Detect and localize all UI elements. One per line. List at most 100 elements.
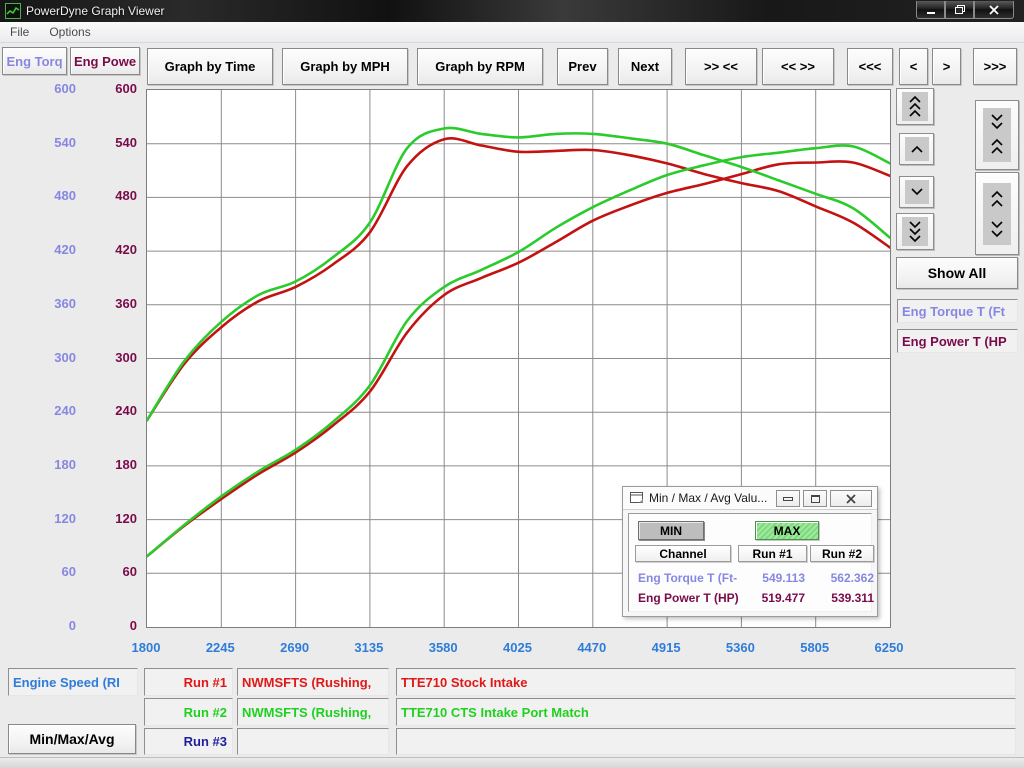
restore-icon[interactable] <box>945 1 974 19</box>
torque-ytick-600: 600 <box>30 81 76 97</box>
chevron-down-icon <box>905 180 929 204</box>
window-bottom-frame <box>0 757 1024 768</box>
torque-ytick-300: 300 <box>30 350 76 366</box>
power-ytick-300: 300 <box>93 350 137 366</box>
power-max-run1-value: 519.477 <box>739 591 805 605</box>
power-ytick-420: 420 <box>93 242 137 258</box>
power-ytick-540: 540 <box>93 135 137 151</box>
power-ytick-600: 600 <box>93 81 137 97</box>
xtick-5360: 5360 <box>710 640 770 656</box>
xtick-3580: 3580 <box>413 640 473 656</box>
torque-row-channel: Eng Torque T (Ft- <box>638 571 738 585</box>
scroll-right-button[interactable]: > <box>932 48 961 85</box>
scroll-far-right-button[interactable]: >>> <box>973 48 1017 85</box>
scroll-left-button[interactable]: < <box>899 48 928 85</box>
column-header-run1[interactable]: Run #1 <box>738 545 807 562</box>
run3-comment-field[interactable] <box>396 728 1016 755</box>
torque-ytick-120: 120 <box>30 511 76 527</box>
chevron-up-icon <box>905 137 929 161</box>
show-all-button[interactable]: Show All <box>896 257 1018 289</box>
torque-ytick-420: 420 <box>30 242 76 258</box>
run3-operator-field[interactable] <box>237 728 389 755</box>
zoom-in-x-button[interactable]: >> << <box>685 48 757 85</box>
torque-ytick-60: 60 <box>30 564 76 580</box>
torque-ytick-240: 240 <box>30 403 76 419</box>
torque-max-run2-value: 562.362 <box>810 571 874 585</box>
torque-ytick-480: 480 <box>30 188 76 204</box>
power-ytick-180: 180 <box>93 457 137 473</box>
min-tab-button[interactable]: MIN <box>638 521 704 540</box>
graph-by-time-button[interactable]: Graph by Time <box>147 48 273 85</box>
x-channel-box[interactable]: Engine Speed (RI <box>8 668 138 696</box>
power-ytick-360: 360 <box>93 296 137 312</box>
y-scroll-up-fast-button[interactable] <box>896 88 934 125</box>
power-ytick-120: 120 <box>93 511 137 527</box>
max-tab-button[interactable]: MAX <box>755 521 819 540</box>
titlebar: PowerDyne Graph Viewer <box>0 0 1024 22</box>
close-icon[interactable] <box>974 1 1014 19</box>
minimize-icon[interactable] <box>916 1 945 19</box>
y-zoom-in-button[interactable] <box>975 100 1019 170</box>
chevrons-collapse-icon <box>983 108 1011 162</box>
xtick-3135: 3135 <box>339 640 399 656</box>
window-controls <box>916 1 1014 19</box>
app-icon <box>5 3 21 19</box>
y-scroll-up-button[interactable] <box>899 133 934 165</box>
graph-by-rpm-button[interactable]: Graph by RPM <box>417 48 543 85</box>
minmaxavg-button[interactable]: Min/Max/Avg <box>8 724 136 754</box>
torque-max-run1-value: 549.113 <box>739 571 805 585</box>
minmax-close-icon[interactable] <box>830 490 872 507</box>
next-button[interactable]: Next <box>618 48 672 85</box>
run3-label: Run #3 <box>144 728 233 755</box>
y-scroll-down-button[interactable] <box>899 176 934 208</box>
torque-channel-box[interactable]: Eng Torque T (Ft <box>897 299 1018 323</box>
run2-comment-field[interactable]: TTE710 CTS Intake Port Match <box>396 698 1016 726</box>
graph-by-mph-button[interactable]: Graph by MPH <box>282 48 408 85</box>
run1-label: Run #1 <box>144 668 233 696</box>
window-title: PowerDyne Graph Viewer <box>26 4 165 18</box>
torque-ytick-180: 180 <box>30 457 76 473</box>
xtick-4915: 4915 <box>636 640 696 656</box>
minmax-titlebar[interactable]: Min / Max / Avg Valu... <box>623 487 877 510</box>
triple-chevron-up-icon <box>902 92 928 121</box>
y-zoom-out-button[interactable] <box>975 172 1019 255</box>
power-channel-box[interactable]: Eng Power T (HP <box>897 329 1018 353</box>
xtick-4470: 4470 <box>562 640 622 656</box>
power-axis-button[interactable]: Eng Powe <box>70 47 140 75</box>
xtick-2245: 2245 <box>190 640 250 656</box>
zoom-out-x-button[interactable]: << >> <box>762 48 834 85</box>
torque-ytick-360: 360 <box>30 296 76 312</box>
minmax-maximize-icon[interactable] <box>803 490 827 507</box>
menu-options[interactable]: Options <box>39 22 100 42</box>
xtick-5805: 5805 <box>785 640 845 656</box>
torque-axis-button[interactable]: Eng Torq <box>2 47 67 75</box>
app-window: PowerDyne Graph Viewer File Options Eng … <box>0 0 1024 768</box>
run1-operator-field[interactable]: NWMSFTS (Rushing, <box>237 668 389 696</box>
column-header-channel[interactable]: Channel <box>635 545 731 562</box>
power-row-channel: Eng Power T (HP) <box>638 591 738 605</box>
run1-comment-field[interactable]: TTE710 Stock Intake <box>396 668 1016 696</box>
scroll-far-left-button[interactable]: <<< <box>847 48 893 85</box>
triple-chevron-down-icon <box>902 217 928 246</box>
menu-file[interactable]: File <box>0 22 39 42</box>
run2-label: Run #2 <box>144 698 233 726</box>
minmax-minimize-icon[interactable] <box>776 490 800 507</box>
xtick-1800: 1800 <box>116 640 176 656</box>
prev-button[interactable]: Prev <box>557 48 608 85</box>
run2-operator-field[interactable]: NWMSFTS (Rushing, <box>237 698 389 726</box>
y-scroll-down-fast-button[interactable] <box>896 213 934 250</box>
power-ytick-60: 60 <box>93 564 137 580</box>
chevrons-expand-icon <box>983 183 1011 245</box>
power-ytick-480: 480 <box>93 188 137 204</box>
xtick-6250: 6250 <box>859 640 919 656</box>
minmax-window-title: Min / Max / Avg Valu... <box>649 491 767 505</box>
minmax-window-icon <box>630 492 644 504</box>
torque-ytick-0: 0 <box>30 618 76 634</box>
minmax-window[interactable]: Min / Max / Avg Valu... MIN MAX Channel … <box>622 486 878 617</box>
column-header-run2[interactable]: Run #2 <box>810 545 874 562</box>
minmax-body: MIN MAX Channel Run #1 Run #2 Eng Torque… <box>628 513 872 612</box>
power-ytick-0: 0 <box>93 618 137 634</box>
xtick-2690: 2690 <box>265 640 325 656</box>
xtick-4025: 4025 <box>488 640 548 656</box>
power-ytick-240: 240 <box>93 403 137 419</box>
